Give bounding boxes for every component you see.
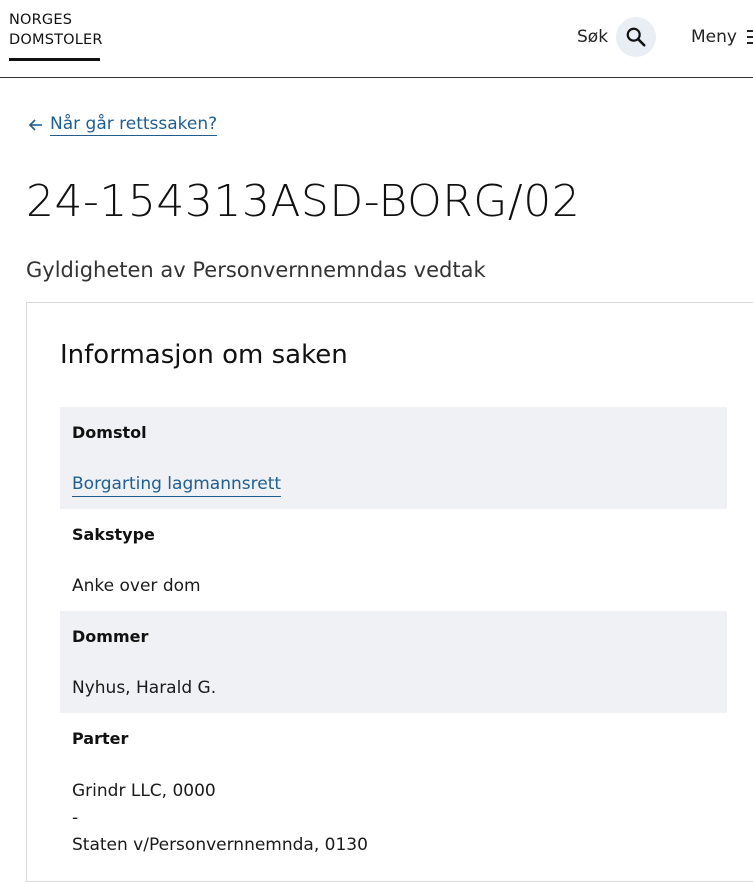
case-info-list: Domstol Borgarting lagmannsrett Sakstype… — [60, 407, 727, 873]
arrow-left-icon — [28, 118, 42, 131]
back-link-label: Når går rettssaken? — [50, 114, 218, 136]
parties-label: Parter — [72, 729, 129, 748]
menu-icon — [746, 30, 753, 44]
case-number-title: 24-154313ASD-BORG/02 — [26, 176, 581, 227]
search-label: Søk — [577, 27, 609, 47]
search-button[interactable]: Søk — [577, 17, 657, 57]
judge-value: Nyhus, Harald G. — [72, 678, 217, 698]
search-icon-circle — [616, 17, 657, 57]
case-type-value: Anke over dom — [72, 576, 201, 596]
info-row-court: Domstol Borgarting lagmannsrett — [60, 407, 727, 509]
case-type-label: Sakstype — [72, 525, 155, 544]
back-link[interactable]: Når går rettssaken? — [28, 113, 218, 136]
site-header: NORGES DOMSTOLER Søk Meny — [0, 0, 753, 78]
judge-label: Dommer — [72, 627, 149, 646]
case-subject: Gyldigheten av Personvernnemndas vedtak — [26, 258, 486, 282]
court-label: Domstol — [72, 423, 147, 442]
search-icon — [626, 27, 646, 47]
info-row-judge: Dommer Nyhus, Harald G. — [60, 611, 727, 713]
menu-button[interactable]: Meny — [691, 17, 753, 57]
court-link[interactable]: Borgarting lagmannsrett — [72, 472, 282, 497]
party-2: Staten v/Personvernnemnda, 0130 — [72, 835, 368, 855]
info-row-parties: Parter Grindr LLC, 0000 - Staten v/Perso… — [60, 713, 727, 873]
norges-domstoler-logo[interactable]: NORGES DOMSTOLER — [9, 10, 103, 61]
party-1: Grindr LLC, 0000 — [72, 781, 216, 801]
logo-line-2: DOMSTOLER — [9, 32, 103, 48]
logo-line-1: NORGES — [9, 12, 73, 28]
case-info-card: Informasjon om saken Domstol Borgarting … — [26, 302, 753, 882]
party-separator: - — [72, 808, 79, 828]
info-row-case-type: Sakstype Anke over dom — [60, 509, 727, 611]
parties-list: Grindr LLC, 0000 - Staten v/Personvernne… — [72, 778, 715, 859]
case-info-title: Informasjon om saken — [60, 340, 348, 370]
menu-label: Meny — [691, 27, 737, 47]
